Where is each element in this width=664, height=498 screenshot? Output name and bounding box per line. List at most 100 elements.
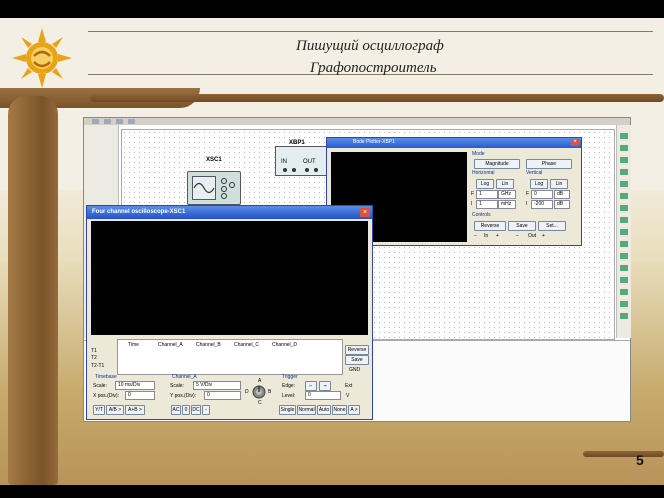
instrument-button[interactable]	[620, 205, 628, 211]
col-channel-a: Channel_A	[158, 342, 183, 348]
instruments-toolbar	[616, 125, 631, 338]
out-minus[interactable]: −	[516, 233, 519, 239]
v-f-field[interactable]: 0	[531, 190, 553, 199]
ab-button[interactable]: A/B >	[106, 405, 124, 415]
ext-label: Ext	[345, 383, 353, 389]
close-icon[interactable]: ×	[360, 208, 370, 217]
zero-button[interactable]: 0	[182, 405, 190, 415]
instrument-button[interactable]	[620, 313, 628, 319]
instrument-button[interactable]	[620, 181, 628, 187]
h-log-button[interactable]: Log	[476, 179, 494, 189]
knob-label-b: B	[268, 389, 272, 395]
h-i-field[interactable]: 1	[476, 200, 498, 209]
toolbar-button[interactable]	[128, 119, 135, 124]
ypos-label: Y pos.(Div):	[170, 393, 197, 399]
close-icon[interactable]: ×	[571, 139, 579, 146]
instrument-button[interactable]	[620, 217, 628, 223]
bottom-black-bar	[0, 485, 664, 498]
yt-button[interactable]: Y/T	[93, 405, 105, 415]
instrument-button[interactable]	[620, 193, 628, 199]
instrument-button[interactable]	[620, 145, 628, 151]
reverse-button[interactable]: Reverse	[474, 221, 506, 231]
knob-label-c: C	[258, 400, 262, 406]
h-f-unit[interactable]: GHz	[498, 190, 516, 199]
oscilloscope-icon[interactable]	[187, 171, 241, 205]
xsc1-label: XSC1	[206, 157, 222, 163]
channel-scale-field[interactable]: 5 V/Div	[193, 381, 241, 390]
bode-plotter-icon[interactable]: IN OUT	[275, 146, 327, 176]
instrument-button[interactable]	[620, 241, 628, 247]
toolbar-button[interactable]	[104, 119, 111, 124]
minus-button[interactable]: -	[202, 405, 210, 415]
instrument-button[interactable]	[620, 277, 628, 283]
auto-button[interactable]: Auto	[317, 405, 331, 415]
sun-logo-icon	[12, 28, 72, 88]
v-i-unit[interactable]: dB	[554, 200, 570, 209]
readout-table: Time Channel_A Channel_B Channel_C Chann…	[117, 339, 343, 375]
h-f-label: F	[471, 191, 475, 197]
scope-title-bar[interactable]: Four channel oscilloscope-XSC1 ×	[87, 206, 372, 219]
wood-beam-bottom	[583, 451, 664, 457]
save-button[interactable]: Save	[345, 355, 369, 365]
t1-label: T1	[91, 348, 97, 354]
instrument-button[interactable]	[620, 169, 628, 175]
h-i-unit[interactable]: mHz	[498, 200, 516, 209]
magnitude-button[interactable]: Magnitude	[474, 159, 520, 169]
h-i-label: I	[471, 201, 473, 207]
v-log-button[interactable]: Log	[530, 179, 548, 189]
page-number: 5	[636, 452, 644, 468]
ypos-field[interactable]: 0	[204, 391, 241, 400]
horizontal-label: Horizontal	[472, 170, 495, 176]
xpos-field[interactable]: 0	[125, 391, 155, 400]
timebase-label: Timebase	[95, 374, 117, 380]
bode-title: Bode Plotter-XBP1	[353, 139, 395, 145]
bode-title-bar[interactable]: Bode Plotter-XBP1 ×	[327, 138, 581, 148]
instrument-button[interactable]	[620, 265, 628, 271]
instrument-button[interactable]	[620, 157, 628, 163]
toolbar-button[interactable]	[116, 119, 123, 124]
edge-rising-button[interactable]: ⌐	[305, 381, 317, 391]
instrument-button[interactable]	[620, 133, 628, 139]
timebase-scale-field[interactable]: 10 ms/Div	[115, 381, 155, 390]
col-channel-b: Channel_B	[196, 342, 221, 348]
instrument-button[interactable]	[620, 253, 628, 259]
h-f-field[interactable]: 1	[476, 190, 498, 199]
oscilloscope-window: Four channel oscilloscope-XSC1 × T1 T2 T…	[86, 205, 373, 420]
col-time: Time	[128, 342, 139, 348]
knob-label-d: D	[245, 389, 249, 395]
ac-button[interactable]: AC	[171, 405, 181, 415]
slide-title: Пишущий осциллограф	[296, 38, 444, 54]
in-plus[interactable]: +	[496, 233, 499, 239]
v-lin-button[interactable]: Lin	[550, 179, 568, 189]
instrument-button[interactable]	[620, 229, 628, 235]
none-button[interactable]: None	[332, 405, 347, 415]
save-button[interactable]: Save	[508, 221, 536, 231]
aplusb-button[interactable]: A+B >	[125, 405, 145, 415]
xpos-label: X pos.(Div):	[93, 393, 120, 399]
bode-controls-panel: Mode Magnitude Phase Horizontal Vertical…	[470, 151, 578, 243]
toolbar-button[interactable]	[92, 119, 99, 124]
set-button[interactable]: Set...	[538, 221, 566, 231]
h-lin-button[interactable]: Lin	[496, 179, 514, 189]
normal-button[interactable]: Normal	[297, 405, 316, 415]
level-label: Level:	[282, 393, 296, 399]
instrument-button[interactable]	[620, 289, 628, 295]
out-plus[interactable]: +	[542, 233, 545, 239]
reverse-button[interactable]: Reverse	[345, 345, 369, 355]
v-f-unit[interactable]: dB	[554, 190, 570, 199]
knob-icon[interactable]	[251, 384, 267, 400]
edge-falling-button[interactable]: ¬	[319, 381, 331, 391]
instrument-button[interactable]	[620, 301, 628, 307]
in-minus[interactable]: −	[474, 233, 477, 239]
a-trigger-button[interactable]: A >	[348, 405, 360, 415]
header-rule-top	[88, 31, 653, 32]
dc-button[interactable]: DC	[191, 405, 201, 415]
oscilloscope-symbol-screen	[192, 176, 216, 200]
single-button[interactable]: Single	[279, 405, 296, 415]
xbp-out-label: OUT	[303, 159, 316, 165]
level-field[interactable]: 0	[305, 391, 341, 400]
phase-button[interactable]: Phase	[526, 159, 572, 169]
v-i-field[interactable]: -200	[531, 200, 553, 209]
trigger-label: Trigger	[282, 374, 298, 380]
col-channel-d: Channel_D	[272, 342, 298, 348]
